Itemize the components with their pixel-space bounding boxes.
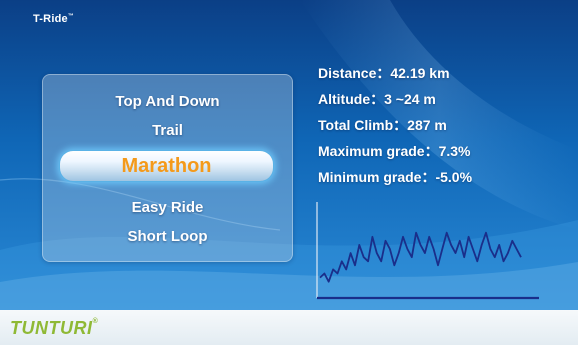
- menu-item-top-and-down[interactable]: Top And Down: [43, 93, 292, 110]
- app-title: T-Ride™: [33, 13, 74, 25]
- altitude-profile-chart: [316, 202, 539, 300]
- stat-minimum-grade: Minimum grade：-5.0%: [318, 169, 473, 185]
- menu-item-easy-ride[interactable]: Easy Ride: [43, 199, 292, 216]
- t-ride-screen: T-Ride™ Top And Down Trail Marathon Easy…: [0, 0, 578, 345]
- logo-text: TUNTURI: [10, 318, 93, 338]
- app-title-text: T-Ride: [33, 13, 68, 25]
- stat-maximum-grade: Maximum grade：7.3%: [318, 143, 471, 159]
- menu-item-trail[interactable]: Trail: [43, 122, 292, 139]
- stat-distance: Distance：42.19 km: [318, 65, 450, 81]
- logo-registered-mark: ®: [92, 318, 99, 325]
- tunturi-logo: TUNTURI®: [10, 318, 98, 339]
- altitude-profile-line: [319, 231, 522, 283]
- menu-item-marathon-selected[interactable]: Marathon: [60, 151, 273, 181]
- route-menu: Top And Down Trail Marathon Easy Ride Sh…: [42, 74, 293, 262]
- stat-altitude: Altitude：3 ~24 m: [318, 91, 436, 107]
- stat-total-climb: Total Climb：287 m: [318, 117, 447, 133]
- trademark-mark: ™: [67, 13, 75, 20]
- menu-item-short-loop[interactable]: Short Loop: [43, 228, 292, 245]
